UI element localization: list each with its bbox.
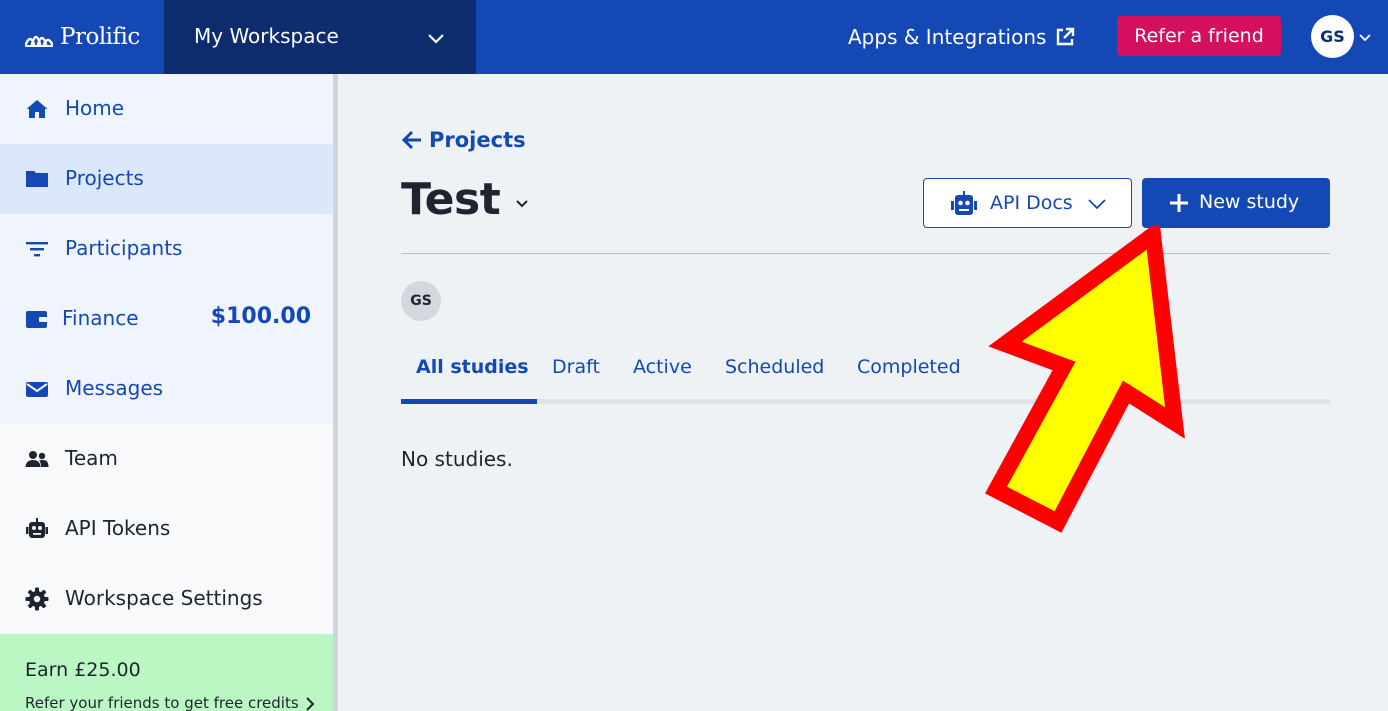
workspace-switcher[interactable]: My Workspace — [164, 0, 476, 74]
empty-state-message: No studies. — [401, 447, 513, 471]
external-link-icon — [1057, 27, 1075, 46]
back-to-projects-link[interactable]: Projects — [401, 126, 526, 154]
top-bar: Prolific My Workspace Apps & Integration… — [0, 0, 1388, 74]
tab-completed[interactable]: Completed — [857, 356, 961, 378]
tab-scheduled[interactable]: Scheduled — [725, 356, 824, 378]
sidebar-item-label: Team — [65, 446, 118, 470]
chevron-down-icon — [428, 34, 444, 44]
sidebar-item-label: Home — [65, 96, 125, 120]
apps-integrations-label: Apps & Integrations — [848, 25, 1047, 49]
tab-all-studies[interactable]: All studies — [416, 356, 529, 378]
active-tab-indicator — [401, 399, 537, 404]
earn-referral-banner[interactable]: Earn £25.00 Refer your friends to get fr… — [0, 634, 333, 711]
study-tabs: All studies Draft Active Scheduled Compl… — [401, 350, 1330, 404]
header-divider — [401, 253, 1330, 254]
sidebar-item-projects[interactable]: Projects — [0, 144, 333, 214]
sidebar-item-workspace-settings[interactable]: Workspace Settings — [0, 564, 333, 634]
sidebar-item-finance[interactable]: Finance $100.00 — [0, 284, 333, 354]
robot-icon — [951, 191, 977, 215]
new-study-label: New study — [1199, 191, 1300, 213]
sidebar-item-label: Participants — [65, 236, 183, 260]
earn-subtitle: Refer your friends to get free credits — [25, 694, 299, 711]
sidebar-item-team[interactable]: Team — [0, 424, 333, 494]
chevron-down-icon[interactable] — [1358, 30, 1372, 44]
earn-title: Earn £25.00 — [25, 659, 141, 681]
wallet-icon — [26, 311, 48, 328]
sidebar-item-home[interactable]: Home — [0, 74, 333, 144]
prolific-logo-icon — [24, 35, 54, 47]
new-study-button[interactable]: New study — [1142, 178, 1330, 228]
api-docs-label: API Docs — [990, 192, 1073, 214]
tab-track — [401, 399, 1330, 404]
sidebar-item-label: Projects — [65, 166, 144, 190]
chevron-right-icon — [306, 697, 315, 711]
user-avatar[interactable]: GS — [1311, 15, 1354, 58]
sidebar-item-label: Finance — [62, 306, 139, 330]
sidebar-divider — [333, 74, 338, 711]
sidebar-item-label: API Tokens — [65, 516, 171, 540]
folder-icon — [26, 171, 48, 187]
back-link-label: Projects — [429, 128, 526, 152]
finance-balance: $100.00 — [210, 304, 311, 329]
api-docs-button[interactable]: API Docs — [923, 178, 1132, 228]
plus-icon — [1170, 194, 1188, 212]
chevron-down-icon[interactable] — [513, 194, 531, 212]
page-title: Test — [401, 174, 501, 225]
home-icon — [26, 100, 48, 118]
owner-avatar: GS — [401, 281, 441, 321]
sidebar-item-participants[interactable]: Participants — [0, 214, 333, 284]
chevron-down-icon — [1088, 199, 1106, 210]
robot-icon — [26, 518, 48, 538]
annotation-arrow-icon — [985, 225, 1185, 533]
apps-integrations-link[interactable]: Apps & Integrations — [848, 22, 1076, 52]
sidebar-item-messages[interactable]: Messages — [0, 354, 333, 424]
workspace-name: My Workspace — [194, 24, 339, 48]
gear-icon — [25, 587, 49, 611]
prolific-logo[interactable]: Prolific — [24, 20, 140, 54]
brand-name: Prolific — [60, 24, 140, 50]
tab-active[interactable]: Active — [633, 356, 692, 378]
tab-draft[interactable]: Draft — [552, 356, 600, 378]
sidebar-item-api-tokens[interactable]: API Tokens — [0, 494, 333, 564]
envelope-icon — [26, 382, 48, 397]
sidebar-item-label: Messages — [65, 376, 164, 400]
team-icon — [25, 451, 49, 467]
filter-icon — [26, 242, 48, 257]
arrow-left-icon — [401, 130, 421, 150]
refer-a-friend-button[interactable]: Refer a friend — [1117, 16, 1281, 56]
sidebar-item-label: Workspace Settings — [65, 586, 263, 610]
